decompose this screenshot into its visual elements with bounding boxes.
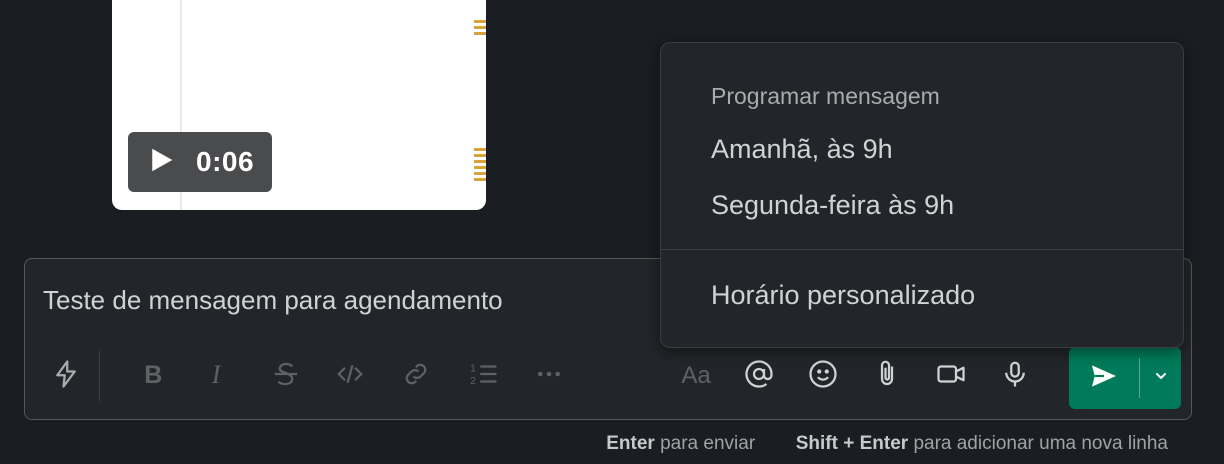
- attach-button[interactable]: [866, 355, 908, 397]
- send-button[interactable]: [1069, 347, 1139, 409]
- message-input[interactable]: Teste de mensagem para agendamento: [43, 285, 503, 316]
- formatting-toggle-button[interactable]: Aa: [673, 355, 719, 397]
- schedule-message-menu: Programar mensagem Amanhã, às 9h Segunda…: [660, 42, 1184, 348]
- code-button[interactable]: [329, 355, 371, 397]
- strikethrough-icon: [271, 359, 301, 394]
- more-formatting-button[interactable]: [528, 355, 570, 397]
- schedule-option-custom[interactable]: Horário personalizado: [661, 269, 1183, 321]
- strikethrough-button[interactable]: [265, 355, 307, 397]
- menu-divider: [661, 249, 1183, 250]
- enter-hint-text: para enviar: [660, 433, 756, 454]
- video-thumbnail[interactable]: 0:06: [112, 0, 486, 210]
- shift-enter-key-label: Shift + Enter: [795, 433, 909, 454]
- more-icon: [534, 359, 564, 394]
- schedule-options-button[interactable]: [1140, 347, 1181, 409]
- video-frame-detail: [474, 148, 486, 184]
- bold-button[interactable]: B: [132, 355, 174, 397]
- keyboard-hint: Enter para enviar Shift + Enter para adi…: [606, 433, 1168, 455]
- schedule-menu-title: Programar mensagem: [711, 83, 940, 109]
- mention-button[interactable]: [738, 355, 780, 397]
- send-button-group: [1069, 347, 1181, 409]
- ordered-list-icon: 12: [469, 359, 499, 394]
- paperclip-icon: [872, 359, 902, 394]
- schedule-option-monday[interactable]: Segunda-feira às 9h: [661, 179, 1183, 231]
- bold-icon: B: [138, 359, 168, 394]
- italic-icon: I: [203, 359, 233, 394]
- svg-text:B: B: [144, 360, 162, 388]
- send-icon: [1088, 360, 1120, 397]
- video-camera-icon: [936, 359, 966, 394]
- shift-enter-hint-text: para adicionar uma nova linha: [913, 433, 1168, 454]
- microphone-icon: [1000, 359, 1030, 394]
- emoji-button[interactable]: [802, 355, 844, 397]
- schedule-option-tomorrow[interactable]: Amanhã, às 9h: [661, 123, 1183, 175]
- ordered-list-button[interactable]: 12: [463, 355, 505, 397]
- svg-text:1: 1: [470, 363, 476, 374]
- link-button[interactable]: [395, 355, 437, 397]
- emoji-icon: [808, 359, 838, 394]
- enter-key-label: Enter: [606, 433, 655, 454]
- video-duration: 0:06: [196, 146, 255, 177]
- video-frame-detail: [474, 20, 486, 38]
- toolbar-divider: [99, 351, 100, 401]
- chevron-down-icon: [1153, 368, 1169, 389]
- link-icon: [401, 359, 431, 394]
- shortcuts-button[interactable]: [45, 355, 87, 397]
- italic-button[interactable]: I: [197, 355, 239, 397]
- play-icon: [146, 145, 176, 180]
- code-icon: [335, 359, 365, 394]
- svg-text:I: I: [211, 359, 222, 388]
- svg-text:2: 2: [470, 376, 476, 387]
- audio-clip-button[interactable]: [994, 355, 1036, 397]
- lightning-icon: [51, 359, 81, 394]
- text-format-icon: Aa: [681, 362, 711, 389]
- at-icon: [744, 359, 774, 394]
- video-play-button[interactable]: 0:06: [128, 132, 272, 192]
- composer-toolbar: B I 12 Aa: [25, 349, 1191, 409]
- video-clip-button[interactable]: [930, 355, 972, 397]
